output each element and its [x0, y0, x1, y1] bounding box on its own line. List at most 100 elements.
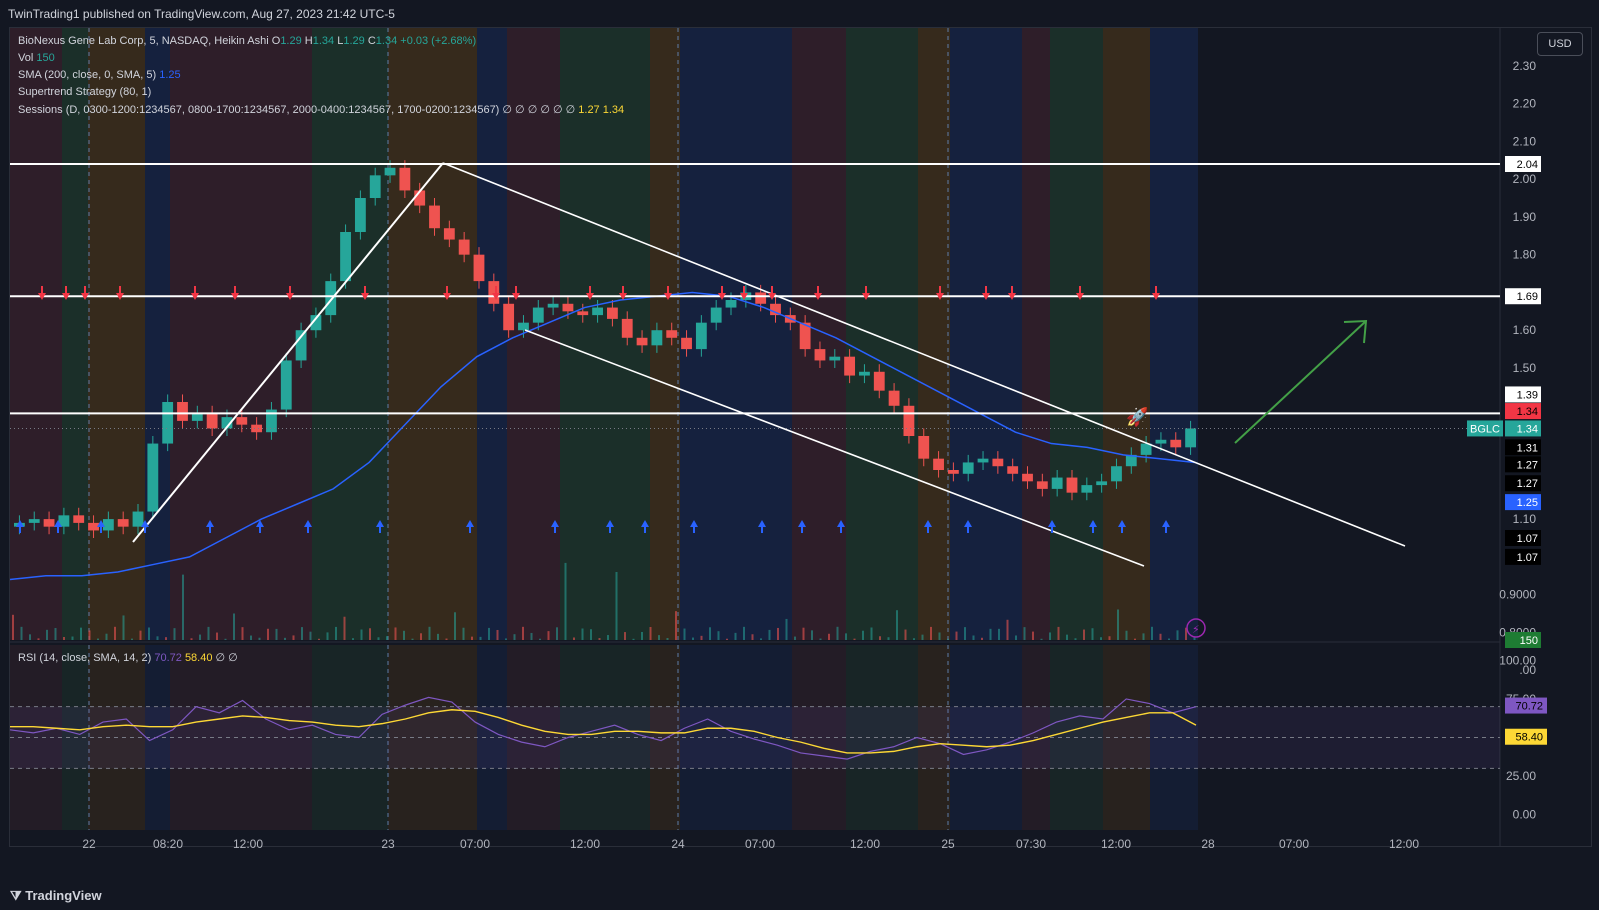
sell-signal-shaft	[985, 286, 987, 293]
price-axis-label-text: 1.31	[1517, 442, 1538, 454]
buy-signal-shaft	[379, 527, 381, 533]
rsi-sma-value: 58.40	[184, 652, 213, 664]
volume-bar	[496, 629, 499, 640]
volume-bar	[114, 626, 116, 640]
volume-bar	[462, 627, 465, 640]
volume-bar	[981, 637, 983, 640]
volume-bar	[862, 630, 864, 640]
buy-signal-shaft	[840, 527, 842, 533]
buy-signal-shaft	[19, 527, 21, 533]
buy-signal-shaft	[801, 527, 803, 533]
volume-bar	[88, 630, 91, 640]
volume-bar	[513, 634, 516, 640]
candle-body	[681, 337, 692, 350]
candle-body	[503, 303, 515, 331]
volume-bar	[607, 635, 609, 640]
volume-bar	[360, 629, 363, 640]
volume-bar	[828, 633, 830, 640]
price-chart[interactable]: 2.302.202.102.001.901.801.601.501.101.00…	[0, 0, 1599, 880]
high-value: 1.34	[312, 35, 335, 47]
candle-body	[562, 303, 574, 312]
sell-signal-shaft	[771, 286, 773, 293]
candle-body	[933, 458, 944, 470]
volume-bar	[20, 626, 23, 640]
candle-body	[443, 228, 455, 240]
price-axis-label-text: 1.34	[1517, 406, 1538, 418]
volume-bar	[173, 628, 176, 640]
currency-button[interactable]: USD	[1537, 32, 1583, 56]
buy-signal-shaft	[307, 527, 309, 533]
volume-bar	[590, 629, 592, 640]
rsi-tick-label: 25.00	[1506, 769, 1536, 783]
volume-bar	[539, 638, 541, 640]
rsi-legend: RSI (14, close, SMA, 14, 2) 70.72 58.40 …	[18, 652, 238, 664]
session-band	[1050, 28, 1103, 640]
price-axis-label-text: 2.04	[1517, 159, 1538, 171]
candle-body	[1170, 439, 1182, 448]
volume-bar	[224, 638, 227, 640]
volume-bar	[921, 634, 924, 640]
buy-signal-shaft	[57, 527, 59, 533]
sell-signal-shaft	[939, 286, 941, 293]
volume-bar	[530, 632, 533, 640]
rocket-icon: 🚀	[1126, 406, 1148, 427]
volume-bar	[454, 612, 456, 640]
volume-bar	[947, 638, 949, 640]
buy-signal-shaft	[209, 527, 211, 533]
sell-signal-shaft	[84, 286, 86, 293]
volume-bar	[938, 632, 941, 640]
volume-bar	[377, 637, 380, 640]
volume-bar	[122, 615, 125, 640]
y-tick-label: 0.9000	[1499, 588, 1536, 602]
y-tick-label: 1.80	[1513, 248, 1537, 262]
buy-signal-shaft	[554, 527, 556, 533]
buy-signal-shaft	[644, 527, 646, 533]
sell-signal-shaft	[589, 286, 591, 293]
x-tick-label: 07:00	[1279, 837, 1309, 851]
sell-signal-shaft	[1011, 286, 1013, 293]
x-tick-label: 25	[941, 837, 955, 851]
volume-bar	[258, 637, 261, 640]
volume-bar	[1125, 630, 1128, 640]
volume-bar	[777, 627, 779, 640]
candle-body	[873, 371, 885, 391]
buy-signal-shaft	[144, 527, 146, 533]
candle-body	[354, 198, 366, 232]
candle-body	[651, 330, 663, 346]
volume-bar	[845, 633, 847, 640]
symbol-tag-text: BGLC	[1470, 423, 1500, 435]
candle-body	[458, 239, 470, 255]
candle-body	[73, 515, 85, 523]
session-band	[560, 28, 650, 640]
candle-body	[947, 470, 959, 474]
candle-body	[399, 167, 411, 191]
volume-bar	[437, 633, 439, 640]
volume-bar	[802, 627, 805, 640]
volume-bar	[488, 627, 490, 640]
volume-bar	[80, 627, 82, 640]
session-band	[88, 28, 145, 640]
candle-body	[102, 519, 114, 531]
candle-body	[666, 330, 678, 338]
volume-bar	[199, 634, 201, 640]
session-band	[1022, 28, 1050, 640]
session-band	[388, 28, 477, 640]
volume-bar	[403, 630, 405, 640]
x-tick-label: 12:00	[1389, 837, 1419, 851]
volume-bar	[292, 635, 295, 640]
volume-bar	[1057, 626, 1060, 640]
candle-body	[206, 413, 218, 429]
volume-bar	[1142, 633, 1145, 640]
volume-bar	[326, 632, 329, 640]
volume-bar	[1032, 631, 1034, 640]
y-tick-label: 2.10	[1513, 134, 1537, 148]
volume-bar	[267, 628, 269, 640]
x-tick-label: 07:00	[460, 837, 490, 851]
volume-bar	[913, 638, 915, 640]
volume-bar	[420, 633, 422, 640]
volume-bar	[734, 632, 737, 640]
volume-bar	[445, 638, 448, 640]
volume-bar	[547, 631, 550, 640]
price-axis-label-text: 1.25	[1517, 497, 1538, 509]
candle-body	[844, 356, 856, 376]
